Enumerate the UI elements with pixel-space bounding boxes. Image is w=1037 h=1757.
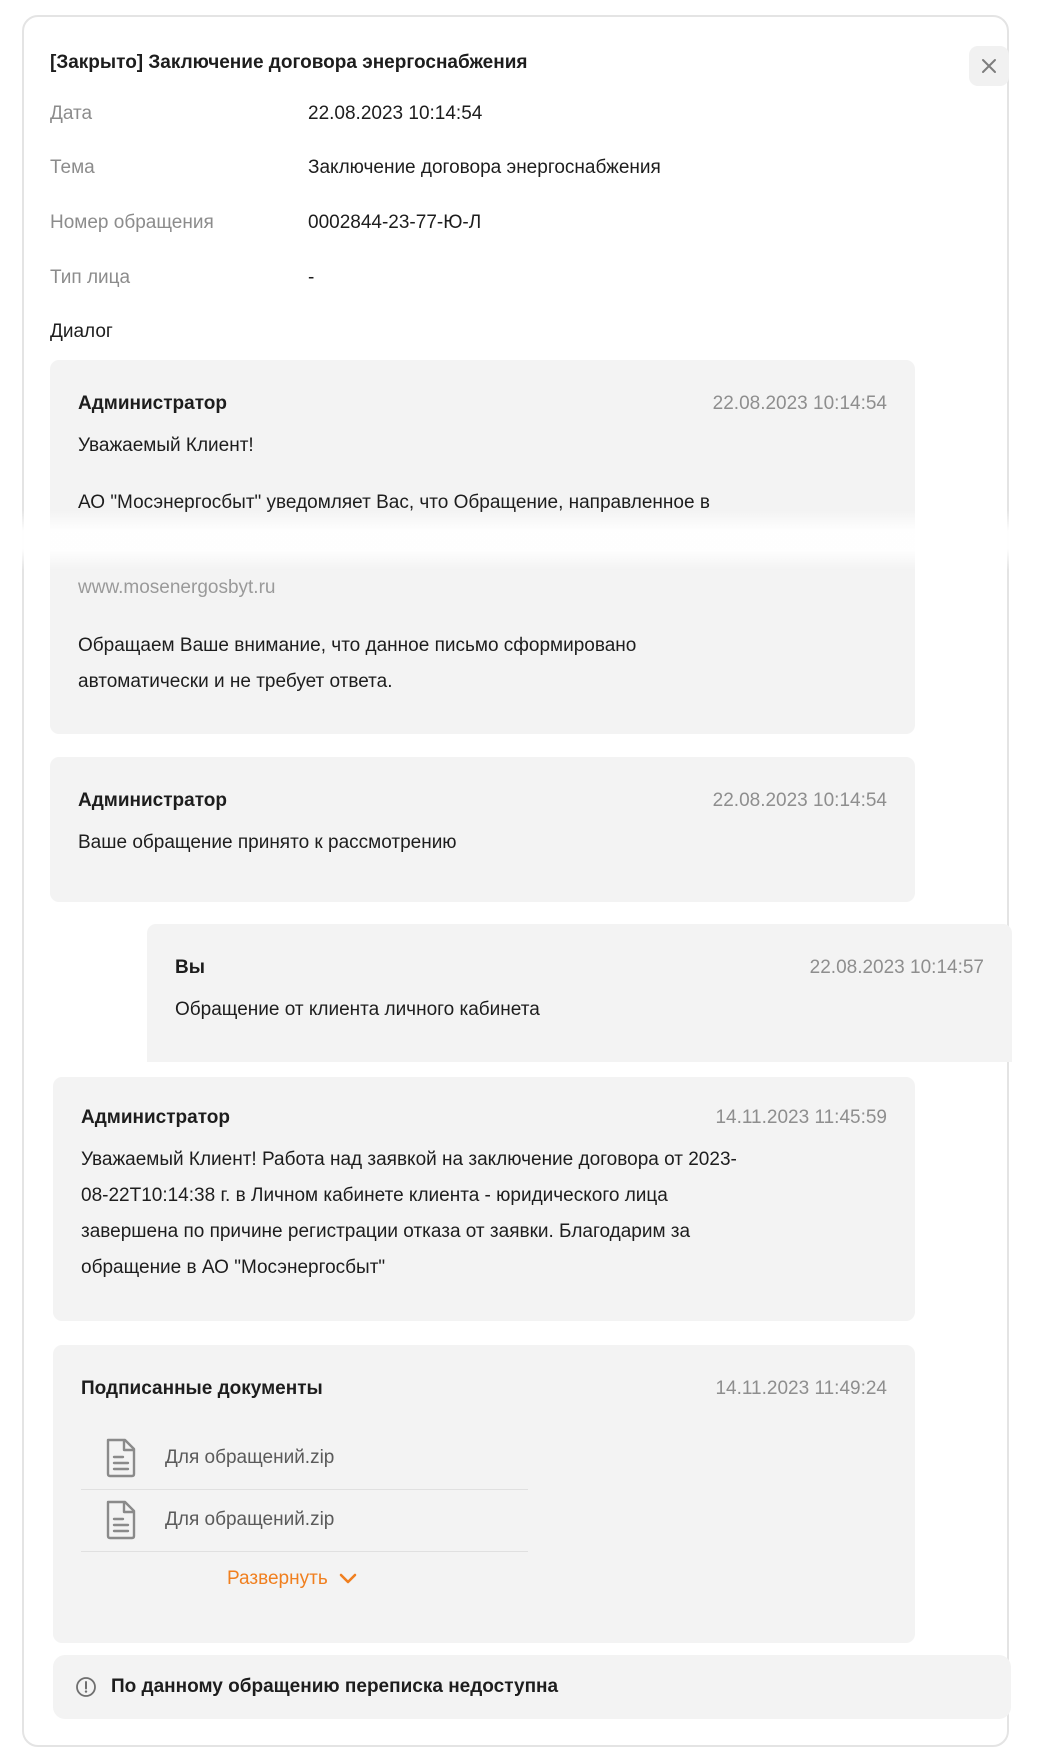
topic-label: Тема [50,157,95,178]
message-date: 14.11.2023 11:45:59 [715,1107,887,1128]
expand-button[interactable]: Развернуть [227,1568,358,1590]
message-card: Администратор 22.08.2023 10:14:54 Ваше о… [50,757,915,902]
file-icon [106,1438,136,1478]
divider [81,1551,528,1552]
message-author: Администратор [78,790,227,811]
close-icon [982,59,996,73]
appeal-number-value: 0002844-23-77-Ю-Л [308,212,482,233]
message-date: 22.08.2023 10:14:54 [712,790,887,811]
file-item[interactable]: Для обращений.zip [81,1428,528,1488]
appeal-number-label: Номер обращения [50,212,214,233]
message-text: Ваше обращение принято к рассмотрению [78,832,457,853]
message-author: Администратор [81,1107,230,1128]
message-text: www.mosenergosbyt.ru [78,577,276,598]
documents-title: Подписанные документы [81,1378,323,1399]
message-text: автоматически и не требует ответа. [78,671,393,692]
message-text: Уважаемый Клиент! [78,435,254,456]
close-button[interactable] [969,46,1009,86]
chevron-down-icon [339,1573,357,1584]
date-label: Дата [50,103,93,124]
topic-value: Заключение договора энергоснабжения [308,157,661,178]
expand-label: Развернуть [227,1568,328,1589]
file-icon [106,1500,136,1540]
message-author: Вы [175,957,205,978]
documents-card: Подписанные документы 14.11.2023 11:49:2… [53,1345,915,1643]
notice-text: По данному обращению переписка недоступн… [111,1676,559,1697]
notice-banner: По данному обращению переписка недоступн… [53,1655,1011,1719]
documents-date: 14.11.2023 11:49:24 [715,1378,887,1399]
info-icon [76,1677,96,1697]
file-name: Для обращений.zip [165,1447,335,1468]
message-text: обращение в АО "Мосэнергосбыт" [81,1257,386,1278]
file-name: Для обращений.zip [165,1509,335,1530]
message-text: Обращаем Ваше внимание, что данное письм… [78,635,637,656]
message-card-own: Вы 22.08.2023 10:14:57 Обращение от клие… [147,924,1012,1062]
message-text: Уважаемый Клиент! Работа над заявкой на … [81,1149,737,1170]
message-author: Администратор [78,393,227,414]
message-text: 08-22T10:14:38 г. в Личном кабинете клие… [81,1185,668,1206]
message-date: 22.08.2023 10:14:57 [809,957,984,978]
message-text: завершена по причине регистрации отказа … [81,1221,691,1242]
page: [Закрыто] Заключение договора энергоснаб… [0,0,1037,1757]
message-text: Обращение от клиента личного кабинета [175,999,540,1020]
person-type-label: Тип лица [50,267,131,288]
message-card: Администратор 14.11.2023 11:45:59 Уважае… [53,1077,915,1321]
modal-title: [Закрыто] Заключение договора энергоснаб… [50,52,528,73]
person-type-value: - [308,267,315,288]
fade-overlay [0,510,1037,570]
date-value: 22.08.2023 10:14:54 [308,103,483,124]
message-date: 22.08.2023 10:14:54 [712,393,887,414]
file-item[interactable]: Для обращений.zip [81,1490,528,1550]
dialog-heading: Диалог [50,321,113,342]
